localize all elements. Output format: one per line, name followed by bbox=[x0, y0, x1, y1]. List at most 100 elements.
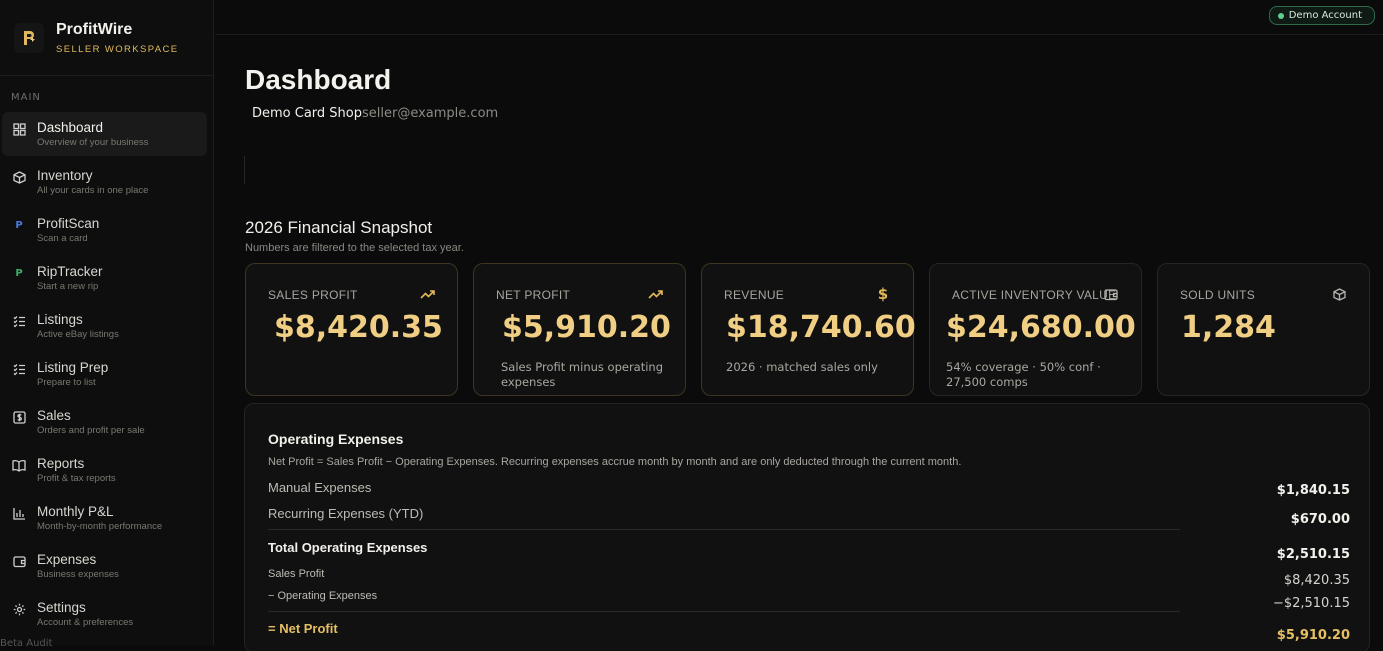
sidebar-item-dashboard[interactable]: Dashboard Overview of your business bbox=[2, 112, 207, 156]
shop-info: Demo Card Shop seller@example.com bbox=[252, 106, 498, 121]
card-value: $18,740.60 bbox=[726, 310, 916, 345]
net-profit-label: = Net Profit bbox=[268, 621, 338, 636]
sidebar-item-label: Settings bbox=[37, 600, 86, 615]
card-note: Sales Profit minus operating expenses bbox=[501, 360, 664, 389]
shop-name: Demo Card Shop bbox=[252, 106, 362, 121]
sidebar-item-sub: Start a new rip bbox=[37, 281, 99, 292]
total-expenses-value: $2,510.15 bbox=[1276, 547, 1350, 562]
card-value: 1,284 bbox=[1181, 310, 1276, 345]
sidebar: ProfitWire SELLER WORKSPACE MAIN Dashboa… bbox=[0, 0, 214, 649]
sidebar-item-sales[interactable]: Sales Orders and profit per sale bbox=[2, 400, 207, 444]
sidebar-item-sub: All your cards in one place bbox=[37, 185, 149, 196]
wallet-icon bbox=[1103, 286, 1119, 302]
sidebar-item-sub: Prepare to list bbox=[37, 377, 96, 388]
card-label: SALES PROFIT bbox=[268, 288, 358, 302]
operating-expenses-panel: Operating Expenses Net Profit = Sales Pr… bbox=[244, 403, 1370, 651]
card-sold-units[interactable]: SOLD UNITS 1,284 bbox=[1157, 263, 1370, 396]
trending-up-icon bbox=[419, 286, 435, 302]
card-value: $8,420.35 bbox=[274, 310, 443, 345]
sales-profit-value: $8,420.35 bbox=[1283, 573, 1350, 588]
sidebar-item-sub: Business expenses bbox=[37, 569, 119, 580]
divider bbox=[244, 156, 245, 184]
snapshot-subtitle: Numbers are filtered to the selected tax… bbox=[245, 242, 464, 254]
sidebar-item-sub: Profit & tax reports bbox=[37, 473, 116, 484]
sidebar-item-reports[interactable]: Reports Profit & tax reports bbox=[2, 448, 207, 492]
sidebar-item-sub: Active eBay listings bbox=[37, 329, 119, 340]
total-expenses-label: Total Operating Expenses bbox=[268, 540, 428, 555]
sidebar-item-label: Monthly P&L bbox=[37, 504, 114, 519]
sidebar-item-label: Listings bbox=[37, 312, 83, 327]
card-label: SOLD UNITS bbox=[1180, 288, 1256, 302]
card-revenue[interactable]: REVENUE $ $18,740.60 2026 · matched sale… bbox=[701, 263, 916, 396]
p-blue-icon: P bbox=[15, 219, 23, 231]
sidebar-item-inventory[interactable]: Inventory All your cards in one place bbox=[2, 160, 207, 204]
demo-account-label: Demo Account bbox=[1288, 10, 1362, 21]
bar-chart-icon bbox=[12, 506, 26, 520]
sidebar-item-settings[interactable]: Settings Account & preferences bbox=[2, 592, 207, 636]
card-label: ACTIVE INVENTORY VALUE bbox=[952, 288, 1117, 302]
sidebar-item-listing-prep[interactable]: Listing Prep Prepare to list bbox=[2, 352, 207, 396]
demo-account-badge[interactable]: Demo Account bbox=[1268, 6, 1375, 25]
card-sales-profit[interactable]: SALES PROFIT $8,420.35 bbox=[245, 263, 458, 396]
brand-name: ProfitWire bbox=[56, 20, 133, 38]
box-icon bbox=[12, 170, 26, 184]
expenses-title: Operating Expenses bbox=[268, 431, 404, 447]
sidebar-item-sub: Overview of your business bbox=[37, 137, 149, 148]
minus-operating-value: −$2,510.15 bbox=[1272, 596, 1350, 611]
sidebar-item-label: RipTracker bbox=[37, 264, 103, 279]
p-green-icon: P bbox=[15, 267, 23, 279]
divider bbox=[268, 611, 1180, 612]
sidebar-item-sub: Month-by-month performance bbox=[37, 521, 163, 532]
book-icon bbox=[12, 458, 26, 472]
sidebar-item-riptracker[interactable]: P RipTracker Start a new rip bbox=[2, 256, 207, 300]
card-value: $24,680.00 bbox=[946, 310, 1136, 345]
checklist-icon bbox=[12, 314, 26, 328]
minus-operating-label: − Operating Expenses bbox=[268, 590, 378, 602]
dollar-icon: $ bbox=[877, 285, 889, 303]
sidebar-footer: Beta Audit bbox=[0, 638, 53, 649]
expenses-description: Net Profit = Sales Profit − Operating Ex… bbox=[268, 456, 962, 468]
sidebar-item-label: Listing Prep bbox=[37, 360, 109, 375]
trending-up-icon bbox=[647, 286, 663, 302]
manual-expenses-label: Manual Expenses bbox=[268, 480, 372, 495]
sidebar-item-sub: Orders and profit per sale bbox=[37, 425, 145, 436]
sidebar-item-label: ProfitScan bbox=[37, 216, 100, 231]
page-title: Dashboard bbox=[245, 64, 392, 95]
snapshot-title: 2026 Financial Snapshot bbox=[245, 218, 433, 237]
sidebar-item-label: Expenses bbox=[37, 552, 97, 567]
sidebar-item-label: Inventory bbox=[37, 168, 93, 183]
gear-icon bbox=[12, 602, 26, 616]
card-note: 2026 · matched sales only bbox=[726, 360, 878, 374]
sidebar-item-listings[interactable]: Listings Active eBay listings bbox=[2, 304, 207, 348]
sidebar-item-label: Dashboard bbox=[37, 120, 104, 135]
card-label: NET PROFIT bbox=[496, 288, 571, 302]
sales-profit-label: Sales Profit bbox=[268, 568, 325, 580]
box-icon bbox=[1331, 286, 1347, 302]
recurring-expenses-label: Recurring Expenses (YTD) bbox=[268, 506, 424, 521]
profitwire-logo-icon bbox=[14, 22, 44, 53]
divider bbox=[268, 529, 1180, 530]
dollar-square-icon bbox=[12, 410, 26, 424]
card-active-inventory-value[interactable]: ACTIVE INVENTORY VALUE $24,680.00 54% co… bbox=[929, 263, 1142, 396]
brand[interactable]: ProfitWire SELLER WORKSPACE bbox=[0, 0, 213, 76]
wallet-icon bbox=[12, 554, 26, 568]
card-net-profit[interactable]: NET PROFIT $5,910.20 Sales Profit minus … bbox=[473, 263, 686, 396]
sidebar-item-profitscan[interactable]: P ProfitScan Scan a card bbox=[2, 208, 207, 252]
card-label: REVENUE bbox=[724, 288, 785, 302]
card-note: 54% coverage · 50% conf · 27,500 comps bbox=[946, 360, 1101, 389]
topbar: Demo Account bbox=[215, 0, 1383, 35]
sidebar-item-label: Sales bbox=[37, 408, 71, 423]
status-dot-icon bbox=[1277, 12, 1284, 19]
card-value: $5,910.20 bbox=[502, 310, 671, 345]
sidebar-item-sub: Scan a card bbox=[37, 233, 88, 244]
sidebar-item-monthly-pl[interactable]: Monthly P&L Month-by-month performance bbox=[2, 496, 207, 540]
brand-subtitle: SELLER WORKSPACE bbox=[56, 43, 179, 55]
sidebar-item-label: Reports bbox=[37, 456, 85, 471]
net-profit-value: $5,910.20 bbox=[1276, 628, 1350, 643]
sidebar-item-sub: Account & preferences bbox=[37, 617, 134, 628]
nav-section-main: MAIN bbox=[11, 92, 41, 103]
sidebar-item-expenses[interactable]: Expenses Business expenses bbox=[2, 544, 207, 588]
checklist-icon bbox=[12, 362, 26, 376]
grid-icon bbox=[12, 122, 26, 136]
shop-email: seller@example.com bbox=[362, 106, 499, 121]
